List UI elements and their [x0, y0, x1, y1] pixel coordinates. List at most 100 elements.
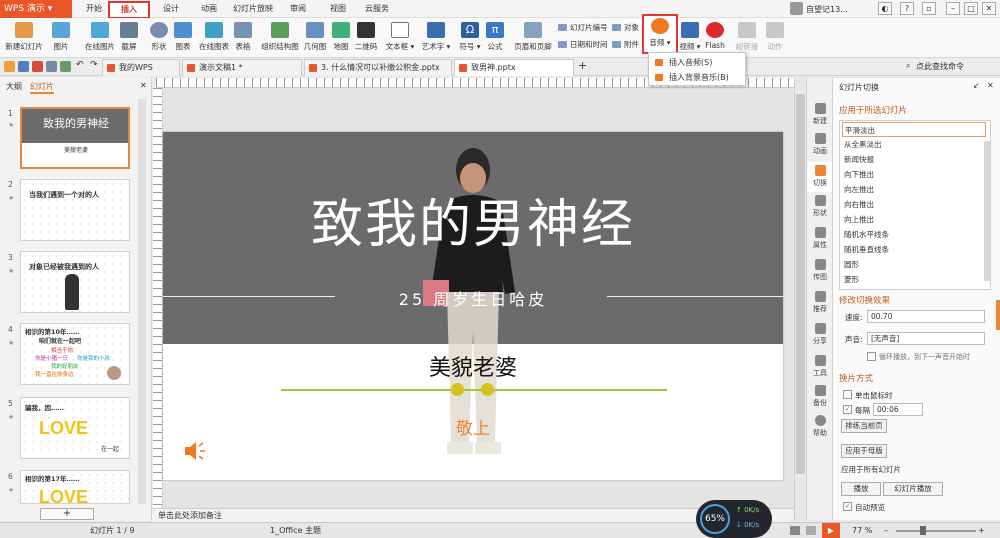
wps-app-menu-button[interactable]: WPS 演示 ▾	[0, 0, 72, 18]
on-click-checkbox[interactable]	[843, 390, 852, 399]
tab-slides[interactable]: 幻灯片	[30, 81, 54, 94]
play-button[interactable]: 播放	[841, 482, 881, 496]
preview-icon[interactable]	[60, 61, 71, 72]
thumbnail-scrollbar[interactable]	[138, 99, 146, 504]
tab-animation[interactable]: 动画	[196, 0, 222, 18]
restore-icon[interactable]: ▫	[922, 2, 936, 15]
maximize-icon[interactable]: □	[964, 2, 978, 15]
symbol-button[interactable]: Ω 符号 ▾	[456, 20, 484, 58]
textbox-button[interactable]: 文本框 ▾	[382, 20, 418, 58]
speaker-icon[interactable]	[183, 440, 209, 462]
slide-signature[interactable]: 敬上	[163, 414, 783, 439]
transition-item[interactable]: 随机水平线条	[842, 227, 986, 242]
slide-thumbnail-4[interactable]: 相识的第10年…… 咱们就在一起吧 相当于你 你是小猪一只 你是我的小孩 我的好…	[20, 323, 130, 385]
speed-input[interactable]: 00.70	[867, 310, 985, 323]
help-icon[interactable]: ?	[900, 2, 914, 15]
sorter-view-icon[interactable]	[806, 526, 816, 535]
tab-review[interactable]: 审阅	[286, 0, 310, 18]
slide-thumbnail-1[interactable]: 致我的男神经 美貌老婆	[20, 107, 130, 169]
apply-all-link[interactable]: 应用于所有幻灯片	[841, 464, 901, 475]
transition-item[interactable]: 平滑淡出	[842, 122, 986, 137]
zoom-slider-handle[interactable]	[920, 526, 926, 535]
tab-home[interactable]: 开始	[82, 0, 106, 18]
doc-tab-gongjijin[interactable]: 3. 什么情况可以补缴公积金.pptx	[304, 59, 452, 76]
sidebar-item-property[interactable]: 属性	[807, 224, 833, 254]
doc-tab-presentation1[interactable]: 演示文稿1 *	[182, 59, 302, 76]
slide-subtitle[interactable]: 25 周岁生日哈皮	[163, 286, 783, 310]
sound-select[interactable]: [无声音]	[867, 332, 985, 345]
undo-icon[interactable]: ↶	[76, 60, 84, 70]
transition-item[interactable]: 菱形	[842, 272, 986, 287]
geometry-button[interactable]: 几何图	[300, 20, 330, 58]
sidebar-item-share[interactable]: 分享	[807, 320, 833, 350]
pdf-icon[interactable]	[32, 61, 43, 72]
slide-name-text[interactable]: 美貌老婆	[163, 350, 783, 382]
sidebar-item-recommend[interactable]: 推荐	[807, 288, 833, 318]
save-icon[interactable]	[18, 61, 29, 72]
zoom-in-icon[interactable]: +	[978, 523, 985, 538]
transition-item[interactable]: 向右推出	[842, 197, 986, 212]
date-time-button[interactable]: 日期和时间	[556, 38, 614, 51]
new-slide-button[interactable]: 新建幻灯片	[2, 20, 46, 58]
slideshow-button[interactable]: 幻灯片播放	[883, 482, 943, 496]
wordart-button[interactable]: 艺术字 ▾	[418, 20, 454, 58]
open-icon[interactable]	[4, 61, 15, 72]
sidebar-item-help[interactable]: 帮助	[807, 412, 833, 442]
object-button[interactable]: 对象	[610, 21, 646, 34]
doc-tab-zhinanshen[interactable]: 致男神.pptx	[454, 59, 574, 76]
tab-cloud[interactable]: 云服务	[362, 0, 392, 18]
org-chart-button[interactable]: 组织结构图	[256, 20, 304, 58]
add-slide-button[interactable]: +	[40, 508, 94, 520]
transition-item[interactable]: 新闻快报	[842, 152, 986, 167]
zoom-out-icon[interactable]: –	[884, 523, 888, 538]
attachment-button[interactable]: 附件	[610, 38, 646, 51]
formula-button[interactable]: π 公式	[482, 20, 508, 58]
every-time-input[interactable]: 00:06	[873, 403, 923, 416]
rehearse-button[interactable]: 排练当前页	[841, 419, 887, 433]
tab-outline[interactable]: 大纲	[6, 81, 22, 92]
list-scrollbar[interactable]	[984, 141, 990, 281]
print-icon[interactable]	[46, 61, 57, 72]
tab-insert[interactable]: 插入	[108, 1, 150, 19]
sidebar-item-new[interactable]: 新建	[807, 100, 833, 130]
slide-thumbnail-3[interactable]: 对象已经被我遇到的人	[20, 251, 130, 313]
zoom-level[interactable]: 77 %	[852, 523, 872, 538]
skin-icon[interactable]: ◐	[878, 2, 892, 15]
transition-item[interactable]: 随机垂直线条	[842, 242, 986, 257]
slide-number-button[interactable]: 幻灯片编号	[556, 21, 614, 34]
tab-view[interactable]: 视图	[326, 0, 350, 18]
user-name[interactable]: 自望记13...	[806, 4, 848, 15]
zoom-slider[interactable]	[896, 530, 976, 532]
sidebar-item-shape[interactable]: 形状	[807, 192, 833, 222]
transition-item[interactable]: 圆形	[842, 257, 986, 272]
current-slide[interactable]: 致我的男神经 25 周岁生日哈皮 美貌老婆 敬上	[163, 132, 783, 480]
slide-thumbnail-6[interactable]: 相识的第17年…… LOVE	[20, 470, 130, 504]
transition-item[interactable]: 向上推出	[842, 212, 986, 227]
every-checkbox[interactable]: ✓	[843, 405, 852, 414]
sidebar-item-tools[interactable]: 工具	[807, 352, 833, 382]
apply-master-button[interactable]: 应用于母版	[841, 444, 887, 458]
close-panel-icon[interactable]: ✕	[140, 81, 147, 90]
audio-button[interactable]: 音频 ▾	[642, 14, 678, 54]
pane-resize-handle[interactable]	[996, 300, 1000, 330]
slide-title[interactable]: 致我的男神经	[163, 182, 783, 257]
slide-thumbnail-5[interactable]: 骗我，因…… LOVE 在一起	[20, 397, 130, 459]
sidebar-item-transition[interactable]: 切换	[807, 162, 833, 192]
qrcode-button[interactable]: 二维码	[352, 20, 380, 58]
table-button[interactable]: 表格	[230, 20, 256, 58]
network-speed-widget[interactable]: 65% ↑ 0K/s ↓ 0K/s	[696, 500, 772, 538]
action-button[interactable]: 动作	[762, 20, 788, 58]
slideshow-play-icon[interactable]: ▶	[822, 523, 840, 538]
slide-thumbnail-2[interactable]: 当我们遇到一个对的人	[20, 179, 130, 241]
pane-close-icon[interactable]: ✕	[987, 81, 994, 90]
normal-view-icon[interactable]	[790, 526, 800, 535]
editor-vertical-scrollbar[interactable]	[794, 78, 806, 520]
loop-checkbox[interactable]	[867, 352, 876, 361]
avatar[interactable]	[790, 2, 803, 15]
insert-audio-item[interactable]: 插入音频(S)	[653, 55, 743, 70]
autopreview-checkbox[interactable]: ✓	[843, 502, 852, 511]
new-tab-icon[interactable]: +	[578, 59, 587, 72]
command-search[interactable]: ⌕ 点此查找命令	[906, 61, 1000, 72]
scroll-thumb[interactable]	[796, 94, 805, 474]
insert-bg-music-item[interactable]: 插入背景音乐(B)	[653, 70, 743, 85]
